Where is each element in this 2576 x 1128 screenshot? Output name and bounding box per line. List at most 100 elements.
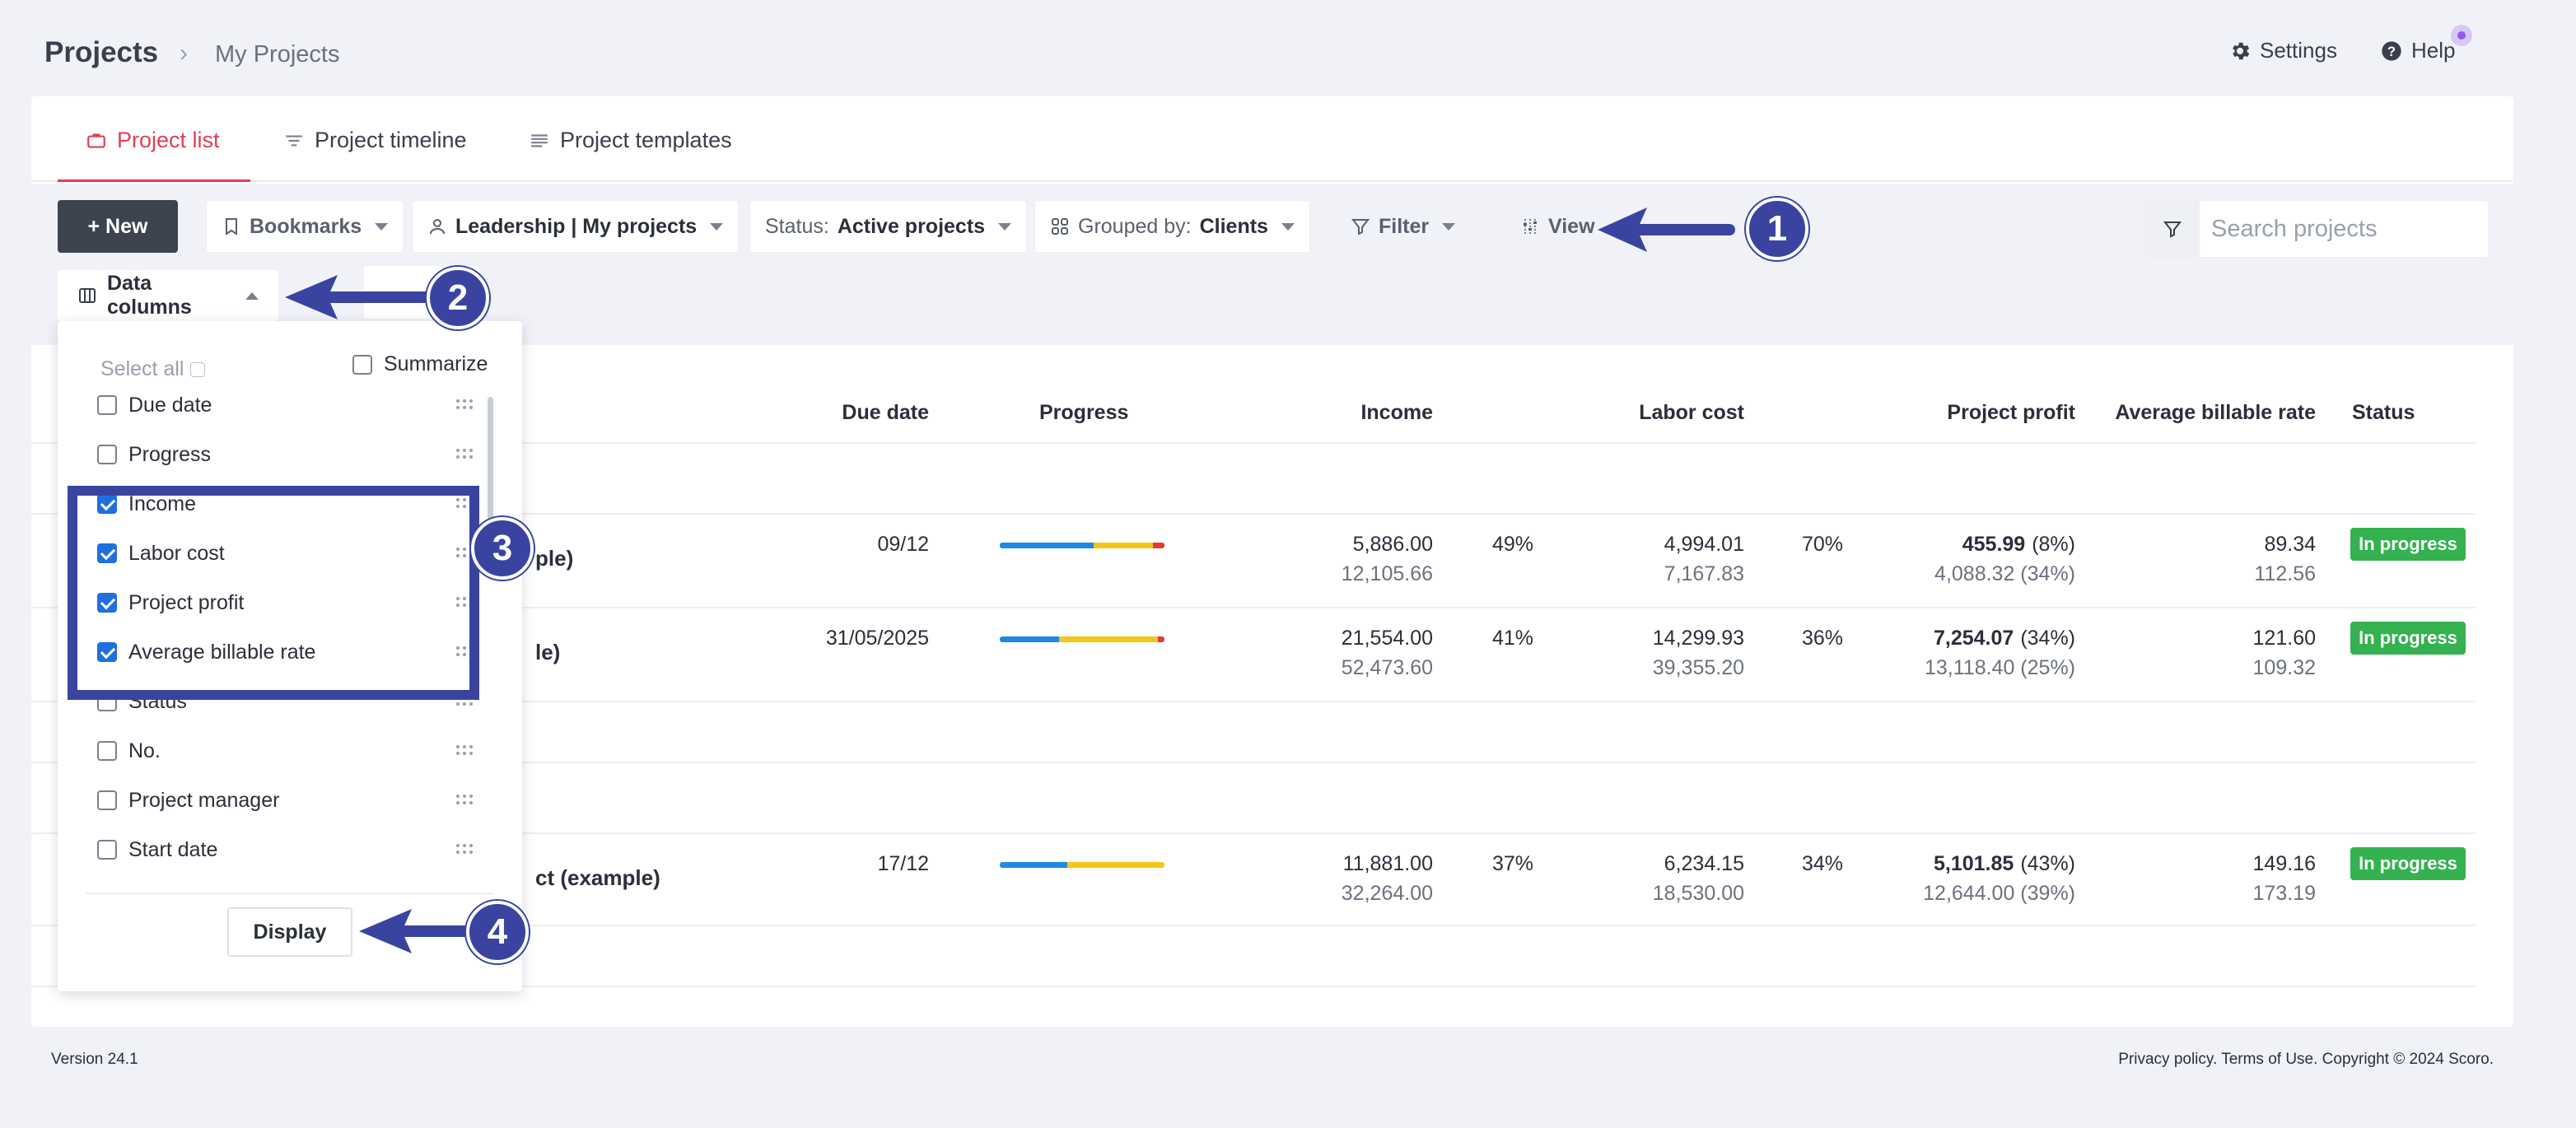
- avg-rate-planned: 173.19: [2252, 882, 2316, 905]
- income-value: 21,554.00: [1341, 627, 1433, 650]
- column-header-project-profit[interactable]: Project profit: [1947, 401, 2075, 425]
- income-value: 5,886.00: [1352, 533, 1433, 556]
- chevron-down-icon: [1281, 222, 1295, 231]
- annotation-highlight-box: [68, 486, 479, 700]
- annotation-number-1: 1: [1746, 198, 1808, 260]
- drag-handle-icon[interactable]: [456, 449, 474, 460]
- column-checkbox[interactable]: [97, 840, 117, 860]
- status-badge[interactable]: In progress: [2350, 622, 2466, 655]
- column-header-status[interactable]: Status: [2352, 401, 2415, 425]
- column-header-due-date[interactable]: Due date: [842, 401, 929, 425]
- filter-dropdown[interactable]: Filter: [1336, 200, 1470, 253]
- settings-label: Settings: [2260, 38, 2337, 63]
- tab-project-templates[interactable]: Project templates: [529, 128, 732, 153]
- select-all-checkbox[interactable]: [190, 361, 206, 377]
- drag-handle-icon[interactable]: [456, 795, 474, 806]
- column-header-average-billable-rate[interactable]: Average billable rate: [2115, 401, 2316, 425]
- labor-cost-value: 4,994.01: [1664, 533, 1744, 556]
- column-checkbox[interactable]: [97, 790, 117, 810]
- income-value: 11,881.00: [1342, 852, 1433, 875]
- labor-cost-planned: 7,167.83: [1664, 562, 1744, 585]
- new-button[interactable]: + New: [58, 200, 178, 253]
- tab-project-timeline[interactable]: Project timeline: [283, 128, 467, 153]
- select-all-option[interactable]: Select all: [100, 357, 206, 381]
- timeline-icon: [283, 130, 305, 151]
- labor-cost-percent: 34%: [1802, 852, 1844, 875]
- annotation-number-2: 2: [427, 267, 489, 329]
- status-badge[interactable]: In progress: [2350, 847, 2466, 880]
- notification-dot-icon[interactable]: [2451, 25, 2472, 46]
- filter-label: Filter: [1379, 214, 1430, 238]
- annotation-number-3: 3: [471, 517, 534, 580]
- summarize-checkbox[interactable]: [352, 354, 372, 375]
- due-date: 31/05/2025: [825, 627, 929, 650]
- progress-segment: [1153, 543, 1164, 548]
- progress-bar: [1000, 636, 1164, 642]
- search-input[interactable]: [2211, 201, 2483, 257]
- tab-label: Project timeline: [315, 128, 467, 152]
- income-percent: 41%: [1492, 627, 1534, 650]
- income-percent: 37%: [1492, 852, 1534, 875]
- column-option[interactable]: Progress: [97, 438, 492, 471]
- scrollbar-thumb[interactable]: [488, 397, 493, 520]
- project-profit-value: 7,254.07 (34%): [1934, 627, 2075, 650]
- progress-segment: [1094, 543, 1153, 548]
- column-header-labor-cost[interactable]: Labor cost: [1639, 401, 1744, 425]
- avg-rate-value: 89.34: [2264, 533, 2316, 556]
- saved-view-dropdown[interactable]: Leadership | My projects: [412, 200, 740, 253]
- status-filter-value: Active projects: [837, 214, 986, 238]
- column-option[interactable]: Start date: [97, 833, 492, 866]
- column-checkbox[interactable]: [97, 445, 117, 464]
- column-option-label: Due date: [128, 393, 212, 417]
- tab-project-list[interactable]: Project list: [86, 128, 220, 153]
- project-name: le): [535, 640, 561, 664]
- column-option[interactable]: Project manager: [97, 784, 492, 817]
- filter-icon: [2163, 219, 2182, 239]
- drag-handle-icon[interactable]: [456, 399, 474, 411]
- settings-button[interactable]: Settings: [2228, 38, 2337, 63]
- labor-cost-planned: 18,530.00: [1652, 882, 1744, 905]
- breadcrumb-current: My Projects: [215, 41, 340, 68]
- project-profit-amount: 5,101.85: [1933, 852, 2014, 875]
- progress-segment: [1067, 862, 1164, 868]
- column-checkbox[interactable]: [97, 741, 117, 761]
- column-option-label: Start date: [128, 837, 218, 861]
- project-profit-percent: (34%): [2020, 627, 2075, 650]
- drag-handle-icon[interactable]: [456, 745, 474, 757]
- legal-footer-text[interactable]: Privacy policy. Terms of Use. Copyright …: [2118, 1051, 2494, 1069]
- due-date: 17/12: [877, 852, 929, 875]
- bookmarks-label: Bookmarks: [250, 214, 362, 238]
- grouped-by-dropdown[interactable]: Grouped by: Clients: [1034, 200, 1310, 253]
- column-option-label: Project manager: [128, 788, 280, 812]
- column-option[interactable]: No.: [97, 734, 492, 767]
- column-header-progress[interactable]: Progress: [1039, 401, 1128, 425]
- summarize-option[interactable]: Summarize: [352, 352, 488, 376]
- help-button[interactable]: ? Help: [2380, 38, 2455, 63]
- progress-segment: [1000, 862, 1067, 868]
- user-icon: [427, 217, 447, 236]
- display-button[interactable]: Display: [227, 907, 352, 957]
- avg-rate-planned: 109.32: [2252, 656, 2316, 679]
- column-option[interactable]: Due date: [97, 389, 492, 422]
- help-icon: ?: [2380, 40, 2403, 63]
- data-columns-button[interactable]: Data columns: [58, 270, 278, 321]
- project-name: ple): [535, 546, 574, 571]
- drag-handle-icon[interactable]: [456, 844, 474, 855]
- column-header-income[interactable]: Income: [1360, 401, 1433, 425]
- income-planned: 12,105.66: [1341, 562, 1433, 585]
- column-checkbox[interactable]: [97, 395, 117, 415]
- status-filter-dropdown[interactable]: Status: Active projects: [749, 200, 1028, 253]
- page-title[interactable]: Projects: [44, 36, 158, 69]
- column-option-label: Progress: [128, 442, 212, 466]
- progress-segment: [1158, 636, 1164, 642]
- svg-text:?: ?: [2387, 44, 2396, 58]
- status-badge[interactable]: In progress: [2350, 528, 2466, 561]
- avg-rate-value: 149.16: [2252, 852, 2316, 875]
- project-profit-planned: 4,088.32 (34%): [1934, 562, 2075, 585]
- bookmarks-dropdown[interactable]: Bookmarks: [206, 200, 404, 253]
- progress-bar: [1000, 862, 1164, 868]
- search-filter-button[interactable]: [2145, 201, 2200, 257]
- bookmark-icon: [222, 217, 241, 236]
- project-profit-percent: (43%): [2020, 852, 2075, 875]
- select-all-label: Select all: [100, 357, 184, 380]
